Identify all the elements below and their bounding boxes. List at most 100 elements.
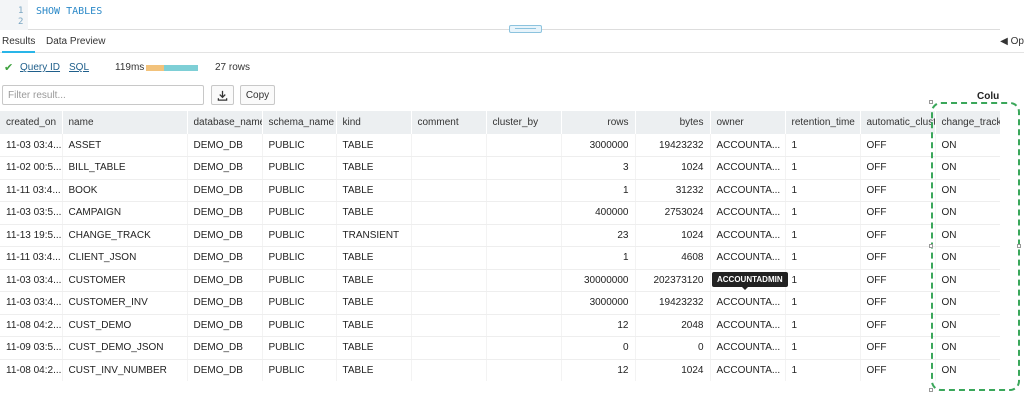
cell-kind[interactable]: TABLE [336, 134, 412, 157]
selection-handle[interactable] [929, 244, 933, 248]
cell-database-name[interactable]: DEMO_DB [187, 179, 263, 202]
cell-rows[interactable]: 1 [561, 246, 636, 270]
cell-name[interactable]: BILL_TABLE [62, 156, 188, 180]
cell-database-name[interactable]: DEMO_DB [187, 314, 263, 337]
cell-owner[interactable]: ACCOUNTA... [710, 201, 786, 225]
cell-rows[interactable]: 1 [561, 179, 636, 202]
column-header-cluster-by[interactable]: cluster_by [486, 111, 562, 134]
cell-automatic-clustering[interactable]: OFF [860, 179, 936, 202]
cell-automatic-clustering[interactable]: OFF [860, 291, 936, 315]
query-id-link[interactable]: Query ID [20, 62, 60, 73]
cell-name[interactable]: CHANGE_TRACK [62, 224, 188, 247]
download-button[interactable] [211, 85, 234, 105]
cell-owner[interactable]: ACCOUNTA... [710, 179, 786, 202]
cell-bytes[interactable]: 1024 [635, 156, 711, 180]
cell-bytes[interactable]: 0 [635, 336, 711, 360]
column-header-comment[interactable]: comment [411, 111, 487, 134]
cell-retention-time[interactable]: 1 [785, 359, 861, 381]
cell-database-name[interactable]: DEMO_DB [187, 291, 263, 315]
cell-name[interactable]: CUST_DEMO [62, 314, 188, 337]
cell-created-on[interactable]: 11-03 03:4... [0, 291, 63, 315]
cell-owner[interactable]: ACCOUNTA... [710, 134, 786, 157]
cell-retention-time[interactable]: 1 [785, 336, 861, 360]
columns-button[interactable]: Colu [977, 91, 999, 102]
column-header-bytes[interactable]: bytes [635, 111, 711, 134]
column-header-rows[interactable]: rows [561, 111, 636, 134]
table-row[interactable]: 11-03 03:4... ASSET DEMO_DB PUBLIC TABLE 3000… [0, 134, 1000, 157]
table-row[interactable]: 11-03 03:4... CUSTOMER_INV DEMO_DB PUBLIC TA… [0, 291, 1000, 315]
cell-owner[interactable]: ACCOUNTA... [710, 246, 786, 270]
column-header-name[interactable]: name [62, 111, 188, 134]
table-row[interactable]: 11-08 04:2... CUST_DEMO DEMO_DB PUBLIC TABLE… [0, 314, 1000, 337]
cell-retention-time[interactable]: 1 [785, 314, 861, 337]
column-header-kind[interactable]: kind [336, 111, 412, 134]
cell-created-on[interactable]: 11-02 00:5... [0, 156, 63, 180]
cell-cluster-by[interactable] [486, 269, 562, 292]
cell-database-name[interactable]: DEMO_DB [187, 336, 263, 360]
cell-bytes[interactable]: 31232 [635, 179, 711, 202]
cell-comment[interactable] [411, 336, 487, 360]
cell-cluster-by[interactable] [486, 336, 562, 360]
cell-kind[interactable]: TABLE [336, 201, 412, 225]
cell-bytes[interactable]: 1024 [635, 224, 711, 247]
cell-retention-time[interactable]: 1 [785, 246, 861, 270]
table-row[interactable]: 11-08 04:2... CUST_INV_NUMBER DEMO_DB PUBLI… [0, 359, 1000, 381]
table-row[interactable]: 11-02 00:5... BILL_TABLE DEMO_DB PUBLIC TABL… [0, 156, 1000, 180]
cell-database-name[interactable]: DEMO_DB [187, 269, 263, 292]
cell-database-name[interactable]: DEMO_DB [187, 156, 263, 180]
cell-database-name[interactable]: DEMO_DB [187, 246, 263, 270]
sql-link[interactable]: SQL [69, 62, 89, 73]
cell-retention-time[interactable]: 1 [785, 179, 861, 202]
table-row[interactable]: 11-03 03:4... CUSTOMER DEMO_DB PUBLIC TABLE 3… [0, 269, 1000, 292]
cell-kind[interactable]: TABLE [336, 291, 412, 315]
cell-schema-name[interactable]: PUBLIC [262, 156, 337, 180]
cell-change-tracking[interactable]: ON [935, 201, 1000, 225]
cell-automatic-clustering[interactable]: OFF [860, 269, 936, 292]
cell-owner[interactable]: ACCOUNTA... [710, 359, 786, 381]
cell-schema-name[interactable]: PUBLIC [262, 314, 337, 337]
cell-kind[interactable]: TABLE [336, 359, 412, 381]
cell-automatic-clustering[interactable]: OFF [860, 156, 936, 180]
cell-change-tracking[interactable]: ON [935, 246, 1000, 270]
cell-rows[interactable]: 30000000 [561, 269, 636, 292]
cell-schema-name[interactable]: PUBLIC [262, 336, 337, 360]
column-header-database-name[interactable]: database_name [187, 111, 263, 134]
cell-retention-time[interactable]: 1 [785, 201, 861, 225]
sql-editor[interactable]: 1 2 SHOW TABLES [0, 0, 1000, 30]
table-row[interactable]: 11-09 03:5... CUST_DEMO_JSON DEMO_DB PUBLIC… [0, 336, 1000, 360]
cell-automatic-clustering[interactable]: OFF [860, 359, 936, 381]
cell-owner[interactable]: ACCOUNTA... [710, 336, 786, 360]
cell-automatic-clustering[interactable]: OFF [860, 314, 936, 337]
cell-change-tracking[interactable]: ON [935, 269, 1000, 292]
cell-automatic-clustering[interactable]: OFF [860, 134, 936, 157]
cell-schema-name[interactable]: PUBLIC [262, 269, 337, 292]
column-header-automatic-clustering[interactable]: automatic_clustering [860, 111, 936, 134]
cell-kind[interactable]: TABLE [336, 156, 412, 180]
cell-change-tracking[interactable]: ON [935, 156, 1000, 180]
cell-kind[interactable]: TABLE [336, 314, 412, 337]
cell-name[interactable]: BOOK [62, 179, 188, 202]
copy-button[interactable]: Copy [240, 85, 275, 105]
cell-comment[interactable] [411, 359, 487, 381]
cell-created-on[interactable]: 11-08 04:2... [0, 359, 63, 381]
cell-schema-name[interactable]: PUBLIC [262, 359, 337, 381]
cell-rows[interactable]: 3 [561, 156, 636, 180]
cell-schema-name[interactable]: PUBLIC [262, 201, 337, 225]
cell-bytes[interactable]: 19423232 [635, 134, 711, 157]
cell-name[interactable]: CAMPAIGN [62, 201, 188, 225]
tab-results[interactable]: Results [2, 36, 36, 53]
cell-change-tracking[interactable]: ON [935, 314, 1000, 337]
cell-bytes[interactable]: 4608 [635, 246, 711, 270]
cell-cluster-by[interactable] [486, 224, 562, 247]
cell-kind[interactable]: TRANSIENT [336, 224, 412, 247]
cell-kind[interactable]: TABLE [336, 246, 412, 270]
cell-schema-name[interactable]: PUBLIC [262, 291, 337, 315]
selection-handle[interactable] [929, 100, 933, 104]
column-header-retention-time[interactable]: retention_time [785, 111, 861, 134]
cell-cluster-by[interactable] [486, 291, 562, 315]
cell-created-on[interactable]: 11-08 04:2... [0, 314, 63, 337]
sql-code-line[interactable]: SHOW TABLES [36, 6, 102, 17]
cell-name[interactable]: ASSET [62, 134, 188, 157]
cell-rows[interactable]: 3000000 [561, 291, 636, 315]
cell-change-tracking[interactable]: ON [935, 336, 1000, 360]
